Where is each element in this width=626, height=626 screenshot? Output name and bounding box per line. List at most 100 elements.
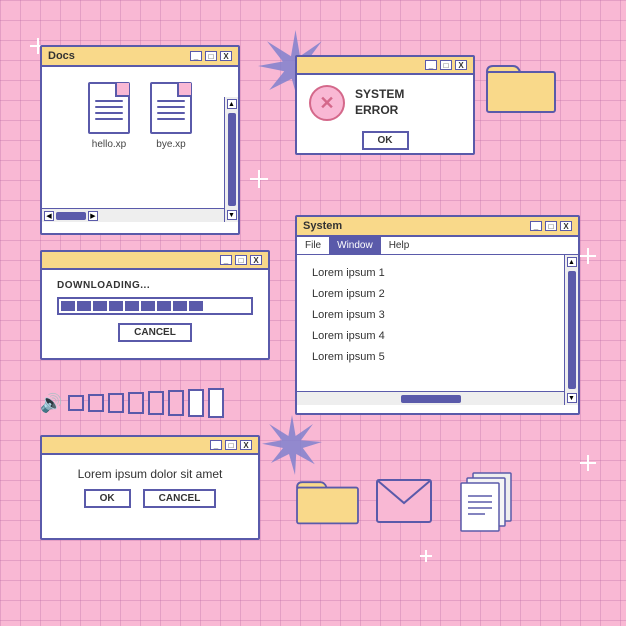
sys-scroll-down[interactable]: ▼ [567,393,577,403]
menu-file[interactable]: File [297,237,329,254]
progress-segments [61,301,235,311]
file-lines-bye [157,100,185,124]
docs-vscrollbar[interactable]: ▲ ▼ [224,97,238,222]
system-hscrollbar[interactable] [297,391,564,405]
scroll-down-arrow[interactable]: ▼ [227,210,237,220]
progress-segment-3 [109,301,123,311]
file-icon-bye [150,82,192,134]
file-line [95,118,123,120]
scroll-thumb[interactable] [228,113,236,206]
download-maximize-btn[interactable]: □ [235,255,247,265]
docs-minimize-btn[interactable]: _ [190,51,202,61]
dialog-cancel-button[interactable]: CANCEL [143,489,217,508]
envelope-icon [375,478,433,524]
sparkle-3 [580,248,596,264]
error-maximize-btn[interactable]: □ [440,60,452,70]
starburst-bottom [262,415,322,475]
system-list-item-0[interactable]: Lorem ipsum 1 [312,263,563,284]
volume-bars [68,388,224,418]
file-line [95,100,123,102]
file-name-hello: hello.xp [92,139,126,150]
error-text: SYSTEM ERROR [355,87,404,118]
sparkle-5 [580,455,596,471]
system-minimize-btn[interactable]: _ [530,221,542,231]
download-window: _ □ X DOWNLOADING... CANCEL [40,250,270,360]
system-close-btn[interactable]: X [560,221,572,231]
volume-icon: 🔊 [40,393,62,414]
docs-title-bar: Docs _ □ X [42,47,238,67]
system-list-item-2[interactable]: Lorem ipsum 3 [312,305,563,326]
system-list-item-3[interactable]: Lorem ipsum 4 [312,326,563,347]
sys-h-thumb[interactable] [401,395,461,403]
progress-segment-6 [157,301,171,311]
menu-window[interactable]: Window [329,237,381,254]
progress-segment-9 [205,301,219,311]
download-minimize-btn[interactable]: _ [220,255,232,265]
error-minimize-btn[interactable]: _ [425,60,437,70]
dialog-controls: _ □ X [210,440,252,450]
dialog-message: Lorem ipsum dolor sit amet [42,455,258,489]
h-scroll-thumb[interactable] [56,212,86,220]
system-list-item-1[interactable]: Lorem ipsum 2 [312,284,563,305]
sys-scroll-thumb[interactable] [568,271,576,389]
sys-scroll-up[interactable]: ▲ [567,257,577,267]
vol-bar-8 [208,388,224,418]
file-name-bye: bye.xp [156,139,185,150]
system-controls: _ □ X [530,221,572,231]
file-line [157,118,185,120]
file-item-hello[interactable]: hello.xp [88,82,130,150]
sparkle-6 [420,550,432,562]
docs-hscrollbar[interactable]: ◀ ▶ [42,208,224,222]
dialog-window: _ □ X Lorem ipsum dolor sit amet OK CANC… [40,435,260,540]
system-title: System [303,220,342,232]
docs-controls: _ □ X [190,51,232,61]
sparkle-2 [250,170,268,188]
error-window: _ □ X ✕ SYSTEM ERROR OK [295,55,475,155]
error-ok-button[interactable]: OK [362,131,409,150]
error-content: ✕ SYSTEM ERROR [297,75,473,131]
dialog-ok-button[interactable]: OK [84,489,131,508]
docs-close-btn[interactable]: X [220,51,232,61]
download-content: DOWNLOADING... CANCEL [42,270,268,352]
stacked-docs-icon [455,468,525,533]
file-lines-hello [95,100,123,124]
system-maximize-btn[interactable]: □ [545,221,557,231]
progress-segment-7 [173,301,187,311]
file-line [157,112,185,114]
error-line1: SYSTEM [355,87,404,103]
vol-bar-5 [148,391,164,415]
download-label: DOWNLOADING... [57,280,253,291]
download-cancel-button[interactable]: CANCEL [118,323,192,342]
progress-segment-10 [221,301,235,311]
dialog-maximize-btn[interactable]: □ [225,440,237,450]
file-line [157,100,185,102]
system-vscrollbar[interactable]: ▲ ▼ [564,255,578,405]
scroll-right-arrow[interactable]: ▶ [88,211,98,221]
scroll-up-arrow[interactable]: ▲ [227,99,237,109]
error-close-btn[interactable]: X [455,60,467,70]
download-controls: _ □ X [220,255,262,265]
dialog-minimize-btn[interactable]: _ [210,440,222,450]
system-title-bar: System _ □ X [297,217,578,237]
folder-icon-large [485,58,557,116]
file-item-bye[interactable]: bye.xp [150,82,192,150]
progress-segment-0 [61,301,75,311]
dialog-close-btn[interactable]: X [240,440,252,450]
file-line [95,112,123,114]
error-controls: _ □ X [425,60,467,70]
vol-bar-3 [108,393,124,413]
vol-bar-7 [188,389,204,417]
download-close-btn[interactable]: X [250,255,262,265]
download-title-bar: _ □ X [42,252,268,270]
dialog-title-bar: _ □ X [42,437,258,455]
file-icon-hello [88,82,130,134]
vol-bar-2 [88,394,104,412]
dialog-btn-row: OK CANCEL [42,489,258,518]
system-list-item-4[interactable]: Lorem ipsum 5 [312,347,563,368]
menu-help[interactable]: Help [381,237,418,254]
vol-bar-6 [168,390,184,416]
scroll-left-arrow[interactable]: ◀ [44,211,54,221]
docs-maximize-btn[interactable]: □ [205,51,217,61]
vol-bar-4 [128,392,144,414]
system-window: System _ □ X File Window Help Lorem ipsu… [295,215,580,415]
